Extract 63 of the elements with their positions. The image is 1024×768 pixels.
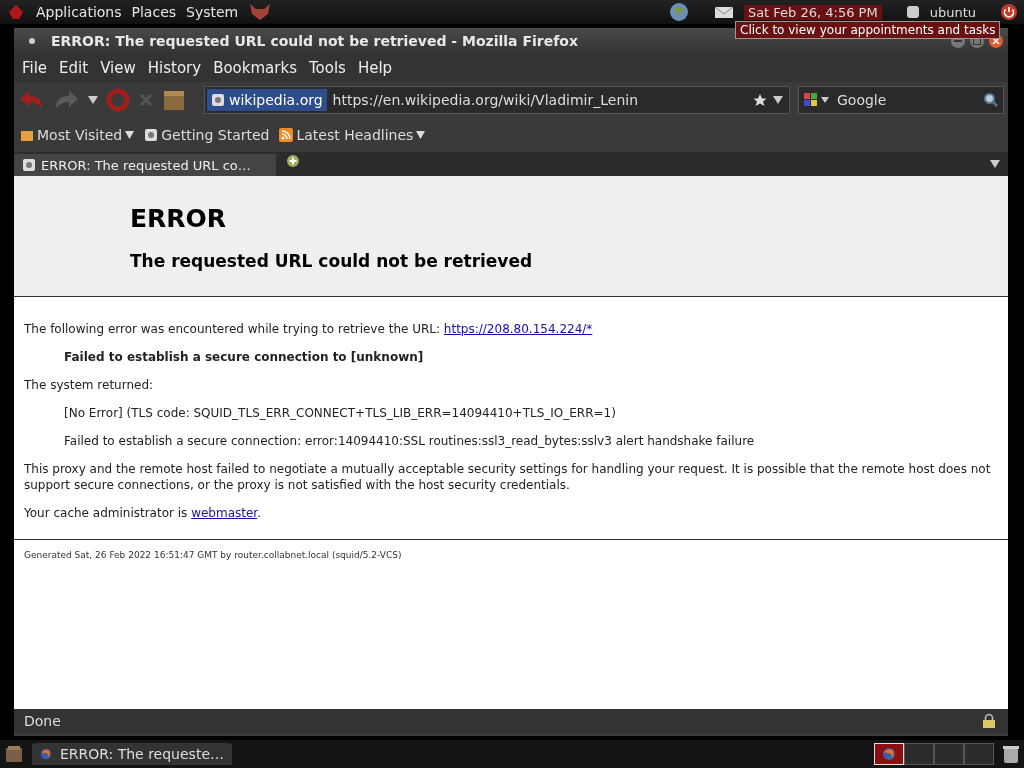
search-engine-icon[interactable] [803,92,831,108]
desktop-icon[interactable] [4,744,24,764]
bookmark[interactable]: Latest Headlines [279,127,426,143]
admin-note: Your cache administrator is webmaster. [24,505,262,521]
generated-note: Generated Sat, 26 Feb 2022 16:51:47 GMT by router.collabnet.local (squid/5.2-VCS) [24,550,402,560]
firefox-icon [882,747,896,761]
status-text: Done [24,713,61,729]
error-subheading: The requested URL could not be retrieved [130,251,534,271]
star-icon[interactable] [753,93,767,107]
close-icon[interactable] [988,33,1004,49]
tab[interactable]: ERROR: The requested URL co… [14,154,276,176]
bookmark[interactable]: Most Visited [20,127,135,143]
envelope-icon[interactable] [713,4,734,20]
panel-menu[interactable]: Applications [36,4,122,20]
padlock-icon [982,713,996,729]
returned-label: The system returned: [24,377,155,393]
tooltip: Click to view your appointments and tasks [735,21,1001,39]
globe-icon[interactable] [667,2,690,22]
search-box[interactable]: Google [798,86,1004,114]
menu-item[interactable]: History [141,59,208,77]
window-dot-icon [28,37,36,45]
new-tab-icon[interactable] [286,154,300,168]
dropdown-caret-icon[interactable] [773,96,783,104]
power-icon[interactable] [1000,3,1018,21]
webmaster-link[interactable]: webmaster [191,506,258,520]
menu-item[interactable]: Edit [53,59,95,77]
taskbar-button[interactable]: ERROR: The requeste… [32,743,232,765]
explanation: This proxy and the remote host failed to negotiate a mutually acceptable security settings for handling your request. It is possible that the remote host does not support secure connections, or the proxy is not satisfied with the host security credentials. [24,461,992,493]
returned-message: Failed to establish a secure connection: error:14094410:SSL routines:ssl3_read_bytes:sslv3 alert handshake failure [63,433,756,449]
menu-item[interactable]: Bookmarks [207,59,303,77]
user-icon[interactable] [905,4,920,20]
user-name[interactable]: ubuntu [929,4,976,20]
url-link[interactable]: https://208.80.154.224/* [443,322,593,336]
page-icon [144,128,159,142]
trash-icon[interactable] [1002,744,1020,764]
page-icon [22,158,36,172]
url-field[interactable]: wikipedia.org https://en.wikipedia.org/wiki/Vladimir_Lenin [204,86,790,114]
clock[interactable]: Sat Feb 26, 4:56 PM [743,4,882,20]
workspace-switcher-cell[interactable] [904,743,934,765]
search-icon[interactable] [983,92,999,108]
folder-icon [20,128,34,142]
panel-menu[interactable]: System [186,4,239,20]
page-icon [211,93,225,107]
feed-icon [279,128,294,142]
dropdown-caret-icon[interactable] [88,96,98,104]
menu-item[interactable]: View [94,59,142,77]
error-message: Failed to establish a secure connection to [unknown] [63,349,425,365]
site-identity[interactable]: wikipedia.org [207,89,327,111]
workspace-switcher-cell[interactable] [934,743,964,765]
home-box-icon[interactable] [162,88,186,112]
workspace-switcher-cell[interactable] [964,743,994,765]
search-input[interactable]: Google [835,91,979,109]
window-title: ERROR: The requested URL could not be retrieved - Mozilla Firefox [51,33,578,49]
menu-item[interactable]: Tools [302,59,352,77]
firefox-icon [40,746,52,762]
error-intro: The following error was encountered while trying to retrieve the URL: https://208.80.154.224/* [24,321,594,337]
tab-list-icon[interactable] [990,160,1000,168]
bookmark[interactable]: Getting Started [144,127,270,143]
returned-message: [No Error] (TLS code: SQUID_TLS_ERR_CONNECT+TLS_LIB_ERR=14094410+TLS_IO_ERR=1) [63,405,617,421]
panel-menu[interactable]: Places [131,4,177,20]
menu-item[interactable]: File [16,59,54,77]
menu-item[interactable]: Help [351,59,399,77]
error-heading: ERROR [130,204,228,233]
